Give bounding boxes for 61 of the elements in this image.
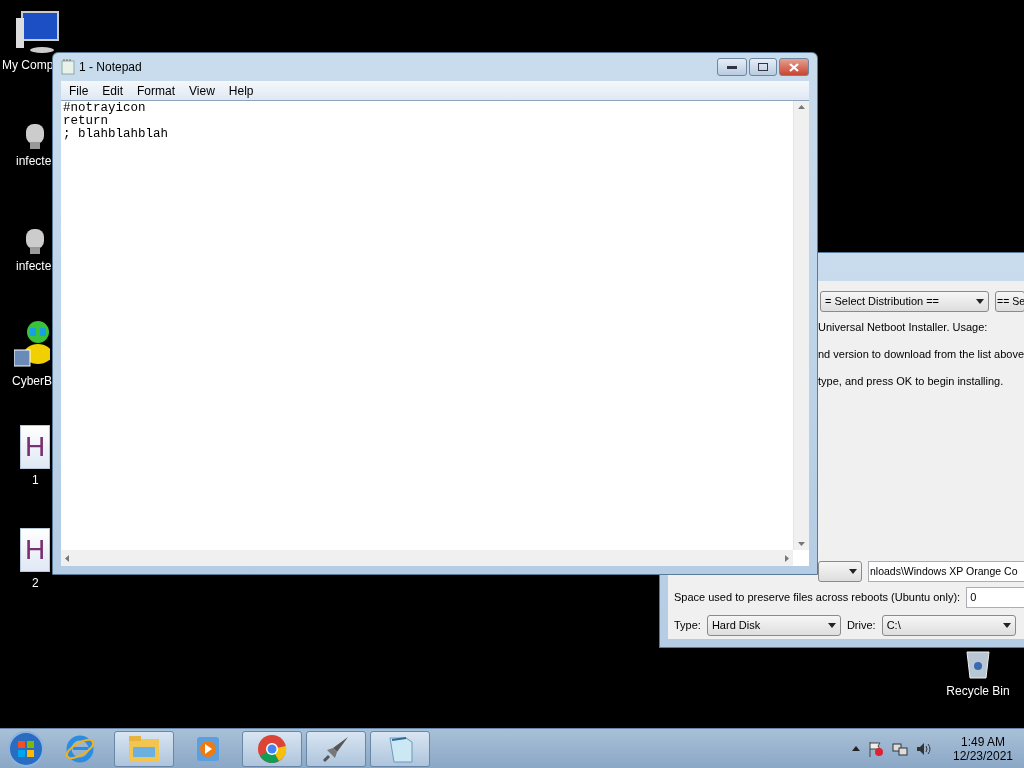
desktop-icon-label[interactable]: Recycle Bin — [946, 684, 1010, 698]
instruction-text: type, and press OK to begin installing. — [817, 373, 1005, 389]
space-label: Space used to preserve files across reboots (Ubuntu only): — [674, 591, 961, 603]
close-button[interactable] — [779, 58, 809, 76]
taskbar-button[interactable] — [306, 730, 366, 767]
document-icon: H — [20, 528, 50, 572]
maximize-button[interactable] — [749, 58, 777, 76]
taskbar-button[interactable] — [370, 730, 430, 767]
file-path-field[interactable]: nloads\Windows XP Orange Co — [868, 560, 1024, 582]
minimize-icon — [727, 65, 737, 69]
scroll-up-icon[interactable] — [798, 105, 805, 109]
start-button[interactable] — [6, 729, 46, 768]
space-field[interactable]: 0 — [966, 586, 1024, 608]
show-hidden-icons-icon[interactable] — [852, 746, 860, 751]
desktop-icon-label[interactable]: infecte — [16, 259, 52, 273]
desktop-icon-label[interactable]: infecte — [16, 154, 52, 168]
caret-icon — [1002, 622, 1011, 628]
notepad-icon — [61, 59, 75, 75]
document-text[interactable]: #notrayicon return ; blahblahblah — [61, 101, 171, 142]
chrome-icon — [257, 733, 287, 764]
vertical-scrollbar[interactable] — [793, 101, 809, 550]
menu-item[interactable]: Help — [222, 83, 260, 98]
scroll-right-icon[interactable] — [785, 554, 789, 562]
browser-icon — [65, 733, 95, 764]
caret-icon — [849, 568, 857, 574]
horizontal-scrollbar[interactable] — [61, 550, 793, 566]
media-player-icon — [195, 734, 221, 763]
folder-icon — [128, 734, 160, 763]
taskbar-button[interactable] — [114, 730, 174, 767]
scroll-down-icon[interactable] — [798, 542, 805, 546]
scroll-left-icon[interactable] — [65, 554, 69, 562]
window-title: 1 - Notepad — [79, 60, 142, 74]
instruction-text: Universal Netboot Installer. Usage: — [817, 319, 989, 335]
desktop-icon-label[interactable]: CyberB — [12, 374, 52, 388]
drive-dropdown[interactable]: C:\ — [881, 614, 1016, 636]
flag-icon[interactable] — [868, 740, 884, 757]
caret-icon — [976, 298, 984, 304]
computer-icon — [14, 10, 60, 54]
image-type-dropdown[interactable] — [818, 560, 862, 582]
drive-label: Drive: — [846, 619, 876, 631]
network-icon[interactable] — [892, 740, 908, 757]
menu-item[interactable]: Format — [131, 83, 182, 98]
menu-item[interactable]: Edit — [96, 83, 130, 98]
version-dropdown[interactable]: == Se — [995, 290, 1024, 312]
taskbar-button[interactable] — [242, 730, 302, 767]
minimize-button[interactable] — [717, 58, 747, 76]
menu-item[interactable]: View — [183, 83, 221, 98]
clock[interactable]: 1:49 AM 12/23/2021 — [948, 734, 1018, 763]
desktop-icon-label[interactable]: 2 — [32, 576, 39, 590]
desktop-icon-label[interactable]: 1 — [32, 473, 39, 487]
recycle-bin-icon — [963, 648, 993, 680]
type-label: Type: — [674, 619, 701, 631]
instruction-text: nd version to download from the list above — [817, 346, 1024, 362]
caret-icon — [827, 622, 836, 628]
close-icon — [789, 62, 799, 72]
menu-item[interactable]: File — [63, 83, 95, 98]
document-icon: H — [20, 425, 50, 469]
creature-icon — [14, 320, 50, 370]
distribution-dropdown[interactable]: = Select Distribution == — [820, 290, 989, 312]
maximize-icon — [758, 63, 768, 71]
type-dropdown[interactable]: Hard Disk — [706, 614, 841, 636]
